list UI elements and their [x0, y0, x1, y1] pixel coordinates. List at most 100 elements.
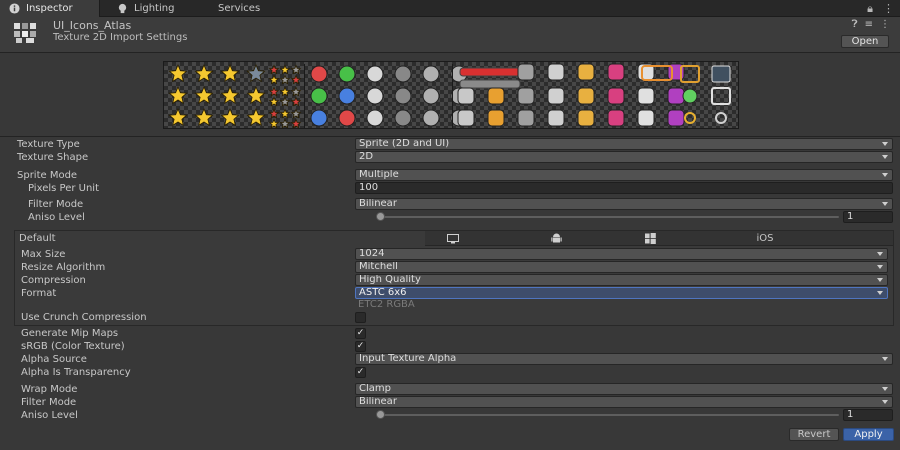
advanced-aniso-slider-track[interactable]: [377, 414, 839, 416]
open-button[interactable]: Open: [841, 35, 889, 48]
bulb-icon: [118, 3, 127, 14]
atlas-gem-icon: [310, 87, 328, 105]
atlas-icons: [168, 63, 731, 129]
alpha-is-transparency-label: Alpha Is Transparency: [21, 367, 131, 378]
sprite-mode-dropdown[interactable]: Multiple: [355, 169, 893, 181]
preset-sliders-icon[interactable]: ≡: [865, 19, 873, 30]
atlas-item-icon: [547, 63, 565, 81]
resize-algorithm-label: Resize Algorithm: [21, 262, 106, 273]
checkmark-icon: ✓: [356, 367, 365, 377]
atlas-star-icon: [194, 107, 214, 127]
aniso-level-slider-track[interactable]: [377, 216, 839, 218]
lock-icon[interactable]: 🔒︎: [867, 2, 873, 16]
atlas-star-icon: [220, 85, 240, 105]
tab-default-platform[interactable]: Default: [15, 231, 425, 246]
atlas-small-star-icon: [268, 86, 280, 97]
atlas-item-icon: [547, 109, 565, 127]
atlas-small-star-icon: [279, 118, 291, 129]
atlas-star-icon: [220, 107, 240, 127]
texture-shape-dropdown[interactable]: 2D: [355, 151, 893, 163]
tab-lighting[interactable]: Lighting: [108, 0, 198, 17]
atlas-star-icon: [220, 63, 240, 83]
atlas-gem-icon: [366, 109, 384, 127]
monitor-icon: [447, 234, 459, 244]
advanced-filter-mode-dropdown[interactable]: Bilinear: [355, 396, 893, 408]
tab-inspector[interactable]: Inspector: [0, 0, 100, 17]
crunch-compression-checkbox[interactable]: [355, 312, 366, 323]
more-menu-icon[interactable]: ⋮: [883, 2, 894, 16]
max-size-dropdown[interactable]: 1024: [355, 248, 888, 260]
atlas-gem-icon: [338, 65, 356, 83]
revert-button[interactable]: Revert: [789, 428, 839, 441]
filter-mode-dropdown[interactable]: Bilinear: [355, 198, 893, 210]
atlas-key-icon: [684, 112, 696, 124]
alpha-is-transparency-checkbox[interactable]: ✓: [355, 367, 366, 378]
texture-shape-label: Texture Shape: [17, 152, 89, 163]
format-option-etc2-rgba[interactable]: ETC2 RGBA: [355, 300, 555, 312]
atlas-item-icon: [517, 109, 535, 127]
atlas-item-icon: [637, 87, 655, 105]
atlas-gem-icon: [366, 87, 384, 105]
atlas-small-star-icon: [268, 74, 280, 85]
atlas-item-icon: [667, 109, 685, 127]
atlas-small-star-icon: [268, 118, 280, 129]
asset-header: UI_Icons_Atlas Texture 2D Import Setting…: [0, 17, 900, 52]
atlas-item-icon: [607, 63, 625, 81]
atlas-item-icon: [517, 63, 535, 81]
atlas-item-icon: [577, 109, 595, 127]
tab-standalone[interactable]: [425, 231, 481, 246]
default-platform-label: Default: [19, 233, 56, 244]
atlas-frame-icon: [711, 87, 731, 105]
pixels-per-unit-input[interactable]: 100: [355, 182, 893, 194]
advanced-aniso-slider-thumb[interactable]: [376, 410, 385, 419]
texture-type-dropdown[interactable]: Sprite (2D and UI): [355, 138, 893, 150]
wrap-mode-dropdown[interactable]: Clamp: [355, 383, 893, 395]
atlas-divider: [304, 64, 305, 128]
apply-button[interactable]: Apply: [843, 428, 894, 441]
atlas-star-icon: [194, 63, 214, 83]
atlas-small-star-icon: [290, 118, 302, 129]
atlas-small-star-icon: [279, 74, 291, 85]
alpha-source-label: Alpha Source: [21, 354, 87, 365]
filter-mode-label: Filter Mode: [28, 199, 84, 210]
tab-ios[interactable]: iOS: [725, 231, 805, 246]
format-dropdown[interactable]: ASTC 6x6: [355, 287, 888, 299]
generate-mip-maps-checkbox[interactable]: ✓: [355, 328, 366, 339]
atlas-item-icon: [547, 87, 565, 105]
atlas-gem-icon: [338, 87, 356, 105]
wrap-mode-label: Wrap Mode: [21, 384, 78, 395]
header-divider: [0, 52, 900, 53]
tab-windows[interactable]: [575, 231, 725, 246]
context-menu-icon[interactable]: ⋮: [880, 19, 890, 30]
atlas-star-icon: [246, 85, 266, 105]
atlas-star-icon: [246, 107, 266, 127]
atlas-star-icon: [194, 85, 214, 105]
aniso-level-slider-thumb[interactable]: [376, 212, 385, 221]
texture-preview: [163, 61, 739, 129]
tab-services-label: Services: [218, 3, 261, 14]
tab-services[interactable]: Services: [192, 0, 272, 17]
atlas-item-icon: [487, 109, 505, 127]
info-icon: [9, 3, 20, 14]
atlas-gem-icon: [338, 109, 356, 127]
asset-name: UI_Icons_Atlas: [53, 19, 132, 32]
advanced-aniso-level-input[interactable]: 1: [843, 409, 893, 421]
srgb-checkbox[interactable]: ✓: [355, 341, 366, 352]
atlas-gem-icon: [394, 65, 412, 83]
compression-dropdown[interactable]: High Quality: [355, 274, 888, 286]
atlas-small-star-icon: [290, 86, 302, 97]
atlas-divider: [452, 64, 453, 128]
atlas-gem-icon: [366, 65, 384, 83]
atlas-item-icon: [517, 87, 535, 105]
platform-tabs: Default iOS: [15, 231, 893, 246]
compression-label: Compression: [21, 275, 86, 286]
help-icon[interactable]: ❓︎: [852, 19, 858, 30]
resize-algorithm-dropdown[interactable]: Mitchell: [355, 261, 888, 273]
atlas-item-icon: [607, 87, 625, 105]
atlas-small-star-icon: [279, 86, 291, 97]
atlas-item-icon: [637, 109, 655, 127]
atlas-gem-icon: [394, 87, 412, 105]
alpha-source-dropdown[interactable]: Input Texture Alpha: [355, 353, 893, 365]
aniso-level-input[interactable]: 1: [843, 211, 893, 223]
tab-inspector-label: Inspector: [26, 3, 73, 14]
